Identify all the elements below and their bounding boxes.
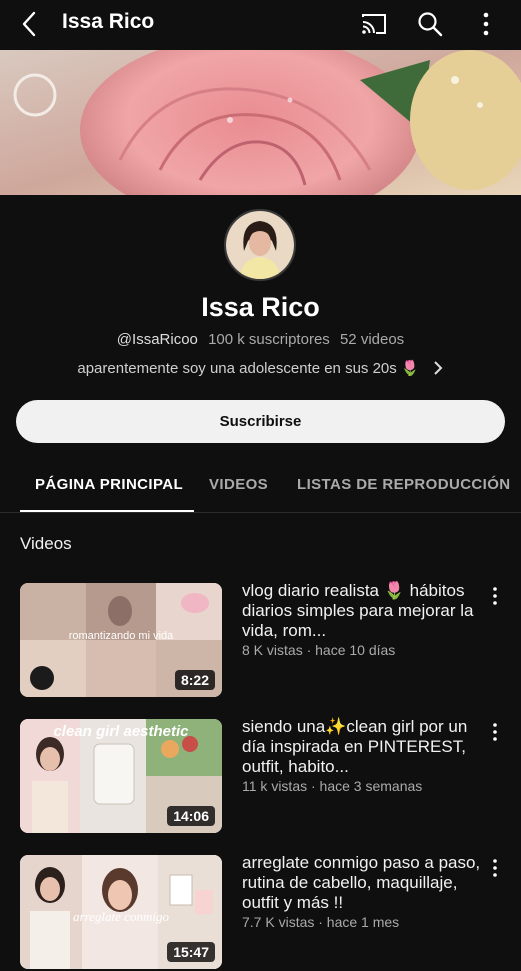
video-thumbnail[interactable]: arreglate conmigo 15:47 xyxy=(20,855,222,969)
video-title[interactable]: vlog diario realista 🌷 hábitos diarios s… xyxy=(242,581,482,641)
more-vert-icon[interactable] xyxy=(484,585,506,607)
video-duration: 14:06 xyxy=(167,806,215,826)
video-meta: 8 K vistas · hace 10 días xyxy=(242,642,396,658)
channel-title: Issa Rico xyxy=(62,10,155,33)
video-thumbnail[interactable]: clean girl aesthetic 14:06 xyxy=(20,719,222,833)
video-duration: 8:22 xyxy=(174,670,215,690)
more-vert-icon[interactable] xyxy=(484,721,506,743)
more-vert-icon[interactable] xyxy=(472,10,500,38)
video-title[interactable]: siendo una✨clean girl por un día inspira… xyxy=(242,717,482,777)
channel-banner xyxy=(0,50,521,195)
cast-icon[interactable] xyxy=(360,10,388,38)
tab-home[interactable]: PÁGINA PRINCIPAL xyxy=(35,476,183,493)
tab-videos[interactable]: VIDEOS xyxy=(209,476,268,493)
more-vert-icon[interactable] xyxy=(484,857,506,879)
back-arrow-icon[interactable] xyxy=(18,10,44,38)
channel-avatar[interactable] xyxy=(224,209,296,281)
video-count: 52 videos xyxy=(339,331,405,348)
subscriber-count: 100 k suscriptores xyxy=(208,331,330,348)
video-meta: 7.7 K vistas · hace 1 mes xyxy=(242,914,400,930)
channel-meta: @IssaRicoo 100 k suscriptores 52 videos xyxy=(0,331,521,348)
channel-description-text: aparentemente soy una adolescente en sus… xyxy=(77,360,420,377)
video-duration: 15:47 xyxy=(167,942,215,962)
chevron-right-icon xyxy=(432,360,444,380)
video-item[interactable]: arreglate conmigo 15:47 arreglate conmig… xyxy=(0,853,521,971)
thumbnail-caption: arreglate conmigo xyxy=(73,909,169,924)
video-thumbnail[interactable]: romantizando mi vida 8:22 xyxy=(20,583,222,697)
thumbnail-caption: romantizando mi vida xyxy=(69,630,174,642)
top-app-bar: Issa Rico xyxy=(0,0,521,48)
channel-tabs: PÁGINA PRINCIPAL VIDEOS LISTAS DE REPROD… xyxy=(0,468,521,513)
video-title[interactable]: arreglate conmigo paso a paso, rutina de… xyxy=(242,853,482,913)
video-item[interactable]: clean girl aesthetic 14:06 siendo una✨cl… xyxy=(0,717,521,835)
thumbnail-caption: clean girl aesthetic xyxy=(53,723,189,740)
channel-handle: @IssaRicoo xyxy=(116,331,198,348)
tab-playlists[interactable]: LISTAS DE REPRODUCCIÓN xyxy=(297,476,511,493)
channel-description[interactable]: aparentemente soy una adolescente en sus… xyxy=(0,359,521,380)
video-item[interactable]: romantizando mi vida 8:22 vlog diario re… xyxy=(0,581,521,699)
search-icon[interactable] xyxy=(416,10,444,38)
section-title: Videos xyxy=(20,534,72,553)
channel-name: Issa Rico xyxy=(201,292,320,322)
active-tab-indicator xyxy=(20,510,194,512)
subscribe-button[interactable]: Suscribirse xyxy=(16,400,505,443)
video-meta: 11 k vistas · hace 3 semanas xyxy=(242,778,423,794)
